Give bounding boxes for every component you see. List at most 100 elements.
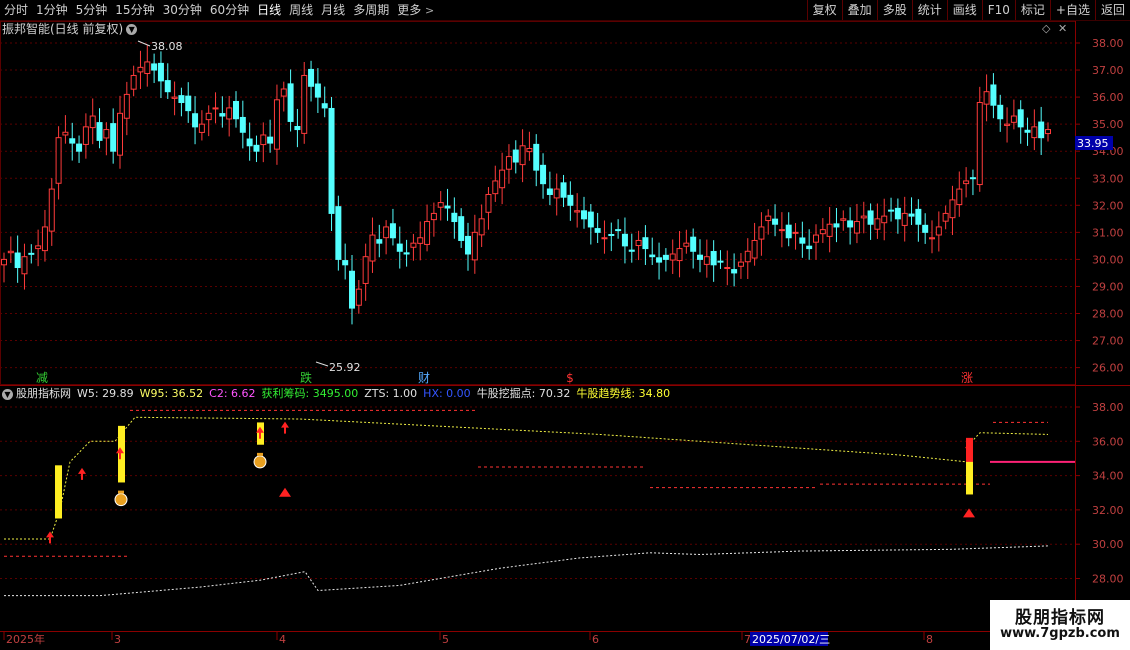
candle-body — [48, 188, 55, 232]
indicator-tick-label: 32.00 — [1092, 504, 1124, 517]
candle-body — [151, 63, 158, 71]
candle-body — [567, 194, 574, 206]
candle-body — [553, 188, 560, 199]
candle-body — [874, 218, 881, 230]
candle-body — [853, 221, 860, 234]
chevron-down-icon[interactable]: ▼ — [126, 24, 138, 35]
candle-body — [362, 256, 369, 284]
candle-body — [7, 250, 14, 254]
candle-body — [260, 134, 267, 146]
candle-body — [676, 248, 683, 262]
candle-body — [1031, 126, 1038, 139]
candle-body — [526, 147, 533, 153]
candle-body — [785, 224, 792, 239]
watermark-line1: 股朋指标网 — [1015, 608, 1105, 628]
candle-body — [471, 231, 478, 261]
candle-body — [765, 215, 772, 222]
candle-body — [772, 218, 779, 225]
candle-body — [178, 95, 185, 104]
arrow-up-icon — [46, 531, 54, 544]
event-marker-3: $ — [566, 371, 574, 385]
candle-body — [860, 215, 867, 219]
indicator-value-3: 获利筹码: 3495.00 — [261, 387, 359, 400]
candle-body — [389, 223, 396, 239]
arrow-up-icon — [281, 421, 289, 434]
candle-body — [710, 251, 717, 266]
candle-body — [1004, 123, 1011, 126]
candle-body — [76, 143, 83, 152]
candle-body — [314, 83, 321, 98]
candle-body — [451, 212, 458, 223]
indicator-tick-label: 30.00 — [1092, 538, 1124, 551]
candle-body — [164, 80, 171, 93]
candle-body — [335, 206, 342, 260]
indicator-title: ▼ 股朋指标网 W5: 29.89 W95: 36.52 C2: 6.62 获利筹码: 3… — [2, 386, 682, 402]
candle-body — [349, 270, 355, 309]
candle-body — [1017, 109, 1024, 128]
candle-body — [376, 239, 383, 244]
candle-body — [662, 254, 669, 260]
candle-body — [226, 107, 233, 120]
candle-body — [867, 210, 874, 225]
candle-body — [915, 208, 922, 225]
arrow-up-icon — [78, 467, 86, 480]
kline-chart[interactable]: 38.00 37.00 36.00 35.00 34.00 33.00 32.00 31.00… — [0, 0, 1130, 650]
candle-body — [383, 226, 390, 239]
candle-body — [69, 138, 76, 144]
candle-body — [594, 228, 601, 233]
candle-body — [123, 93, 130, 119]
candle-body — [847, 220, 854, 228]
candle-body — [485, 193, 492, 213]
time-label-1: 3 — [114, 633, 121, 646]
candle-body — [642, 237, 649, 250]
event-marker-1: 跌 — [300, 370, 312, 385]
time-label-0: 2025年 — [6, 632, 45, 646]
candle-body — [280, 88, 287, 97]
watermark-logo: 股朋指标网 www.7gpzb.com — [990, 600, 1130, 650]
candle-body — [157, 62, 164, 82]
candle-body — [294, 125, 301, 131]
candle-body — [697, 254, 703, 260]
chevron-down-icon[interactable]: ▼ — [2, 388, 13, 400]
candle-body — [219, 113, 226, 117]
stock-title: 振邦智能(日线 前复权) ▼ — [2, 21, 138, 37]
price-tick-label: 28.00 — [1092, 308, 1124, 321]
candle-body — [581, 210, 587, 220]
candle-body — [574, 210, 581, 213]
diamond-icon[interactable]: ◇ — [1042, 22, 1050, 35]
price-tick-label: 37.00 — [1092, 64, 1124, 77]
high-pointer — [137, 40, 151, 47]
candle-body — [778, 229, 785, 232]
candle-body — [683, 242, 690, 247]
candle-body — [799, 237, 806, 244]
candle-body — [1038, 121, 1045, 139]
indicator-values: W5: 29.89 W95: 36.52 C2: 6.62 获利筹码: 3495.00… — [77, 387, 676, 400]
candle-body — [328, 107, 335, 214]
candle-body — [744, 250, 751, 263]
candle-body — [21, 256, 28, 275]
candle-body — [888, 209, 895, 212]
indicator-value-6: 牛股挖掘点: 70.32 — [476, 387, 571, 400]
close-icon[interactable]: ✕ — [1058, 22, 1067, 35]
indicator-tick-label: 34.00 — [1092, 470, 1124, 483]
candle-body — [14, 252, 21, 269]
money-bag-knot — [257, 452, 263, 456]
candle-body — [287, 83, 294, 122]
candle-body — [62, 131, 69, 136]
time-label-5: 7 — [744, 633, 751, 646]
candle-body — [751, 239, 758, 259]
candle-body — [301, 74, 308, 134]
candle-body — [171, 96, 178, 99]
candle-body — [560, 182, 567, 198]
money-bag-icon — [114, 493, 128, 507]
candle-body — [621, 233, 628, 247]
candle-body — [731, 269, 738, 274]
candle-body — [28, 252, 35, 255]
candle-body — [840, 218, 847, 221]
signal-bar — [55, 465, 62, 519]
candle-body — [956, 188, 963, 206]
candle-body — [233, 100, 239, 120]
candle-body — [417, 237, 424, 244]
current-price-label: 33.95 — [1077, 137, 1109, 150]
candle-body — [894, 207, 901, 220]
